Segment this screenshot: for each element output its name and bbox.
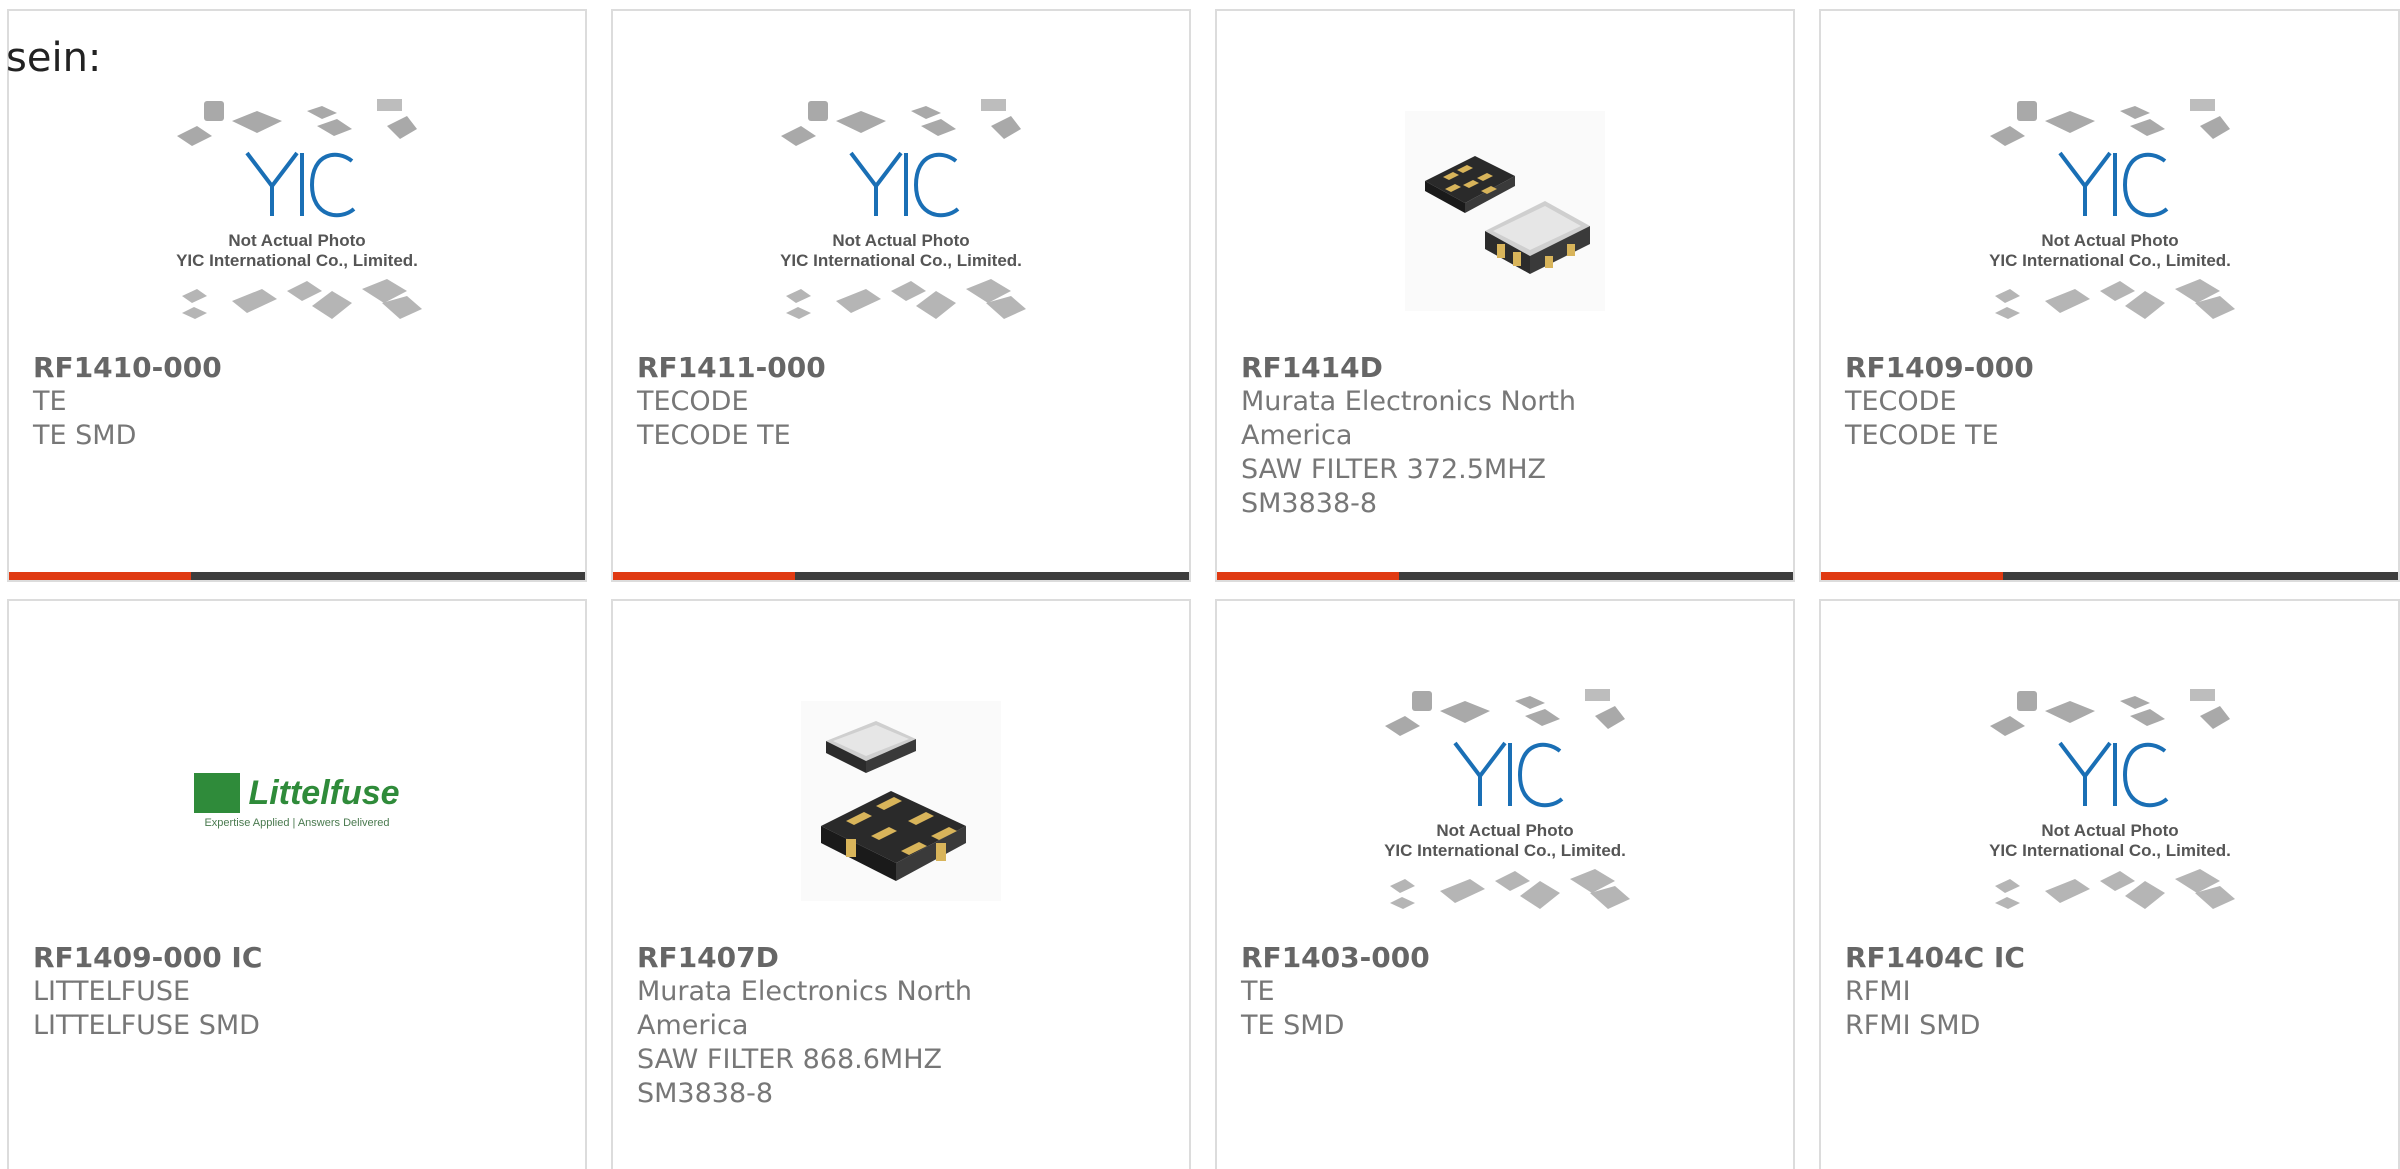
part-number[interactable]: RF1410-000 [33,351,453,385]
yic-placeholder-image: Not Actual Photo YIC International Co., … [176,99,422,319]
manufacturer: LITTELFUSE [33,976,191,1007]
description: TECODE TE [1845,420,1999,451]
part-number[interactable]: RF1411-000 [637,351,1057,385]
manufacturer: TECODE [1845,386,1957,417]
part-number[interactable]: RF1407D [637,941,1057,975]
part-number[interactable]: RF1403-000 [1241,941,1661,975]
svg-text:YIC International Co., Limited: YIC International Co., Limited. [176,251,418,270]
manufacturer: RFMI [1845,976,1911,1007]
part-number[interactable]: RF1409-000 IC [33,941,453,975]
product-image[interactable]: Not Actual Photo YIC International Co., … [1821,61,2398,361]
svg-text:YIC International Co., Limited: YIC International Co., Limited. [1989,251,2231,270]
saw-filter-image [801,701,1001,901]
product-image[interactable] [1217,61,1793,361]
product-card[interactable]: Not Actual Photo YIC International Co., … [7,9,587,582]
manufacturer: TE [1241,976,1275,1007]
product-card[interactable]: RF1414D Murata Electronics North America… [1215,9,1795,582]
part-number[interactable]: RF1414D [1241,351,1661,385]
product-card[interactable]: Not Actual Photo YIC International Co., … [611,9,1191,582]
manufacturer: Murata Electronics North America [637,976,973,1041]
description: TECODE TE [637,420,791,451]
yic-placeholder-image: Not Actual Photo YIC International Co., … [1989,99,2235,319]
svg-text:Not Actual Photo: Not Actual Photo [2041,821,2178,840]
product-image[interactable]: Not Actual Photo YIC International Co., … [1217,651,1793,951]
saw-filter-image [1405,111,1605,311]
product-card[interactable]: Not Actual Photo YIC International Co., … [1819,599,2400,1169]
svg-text:Not Actual Photo: Not Actual Photo [832,231,969,250]
card-bar [1821,572,2398,580]
yic-placeholder-image: Not Actual Photo YIC International Co., … [1384,689,1630,909]
description: TE SMD [33,420,137,451]
yic-placeholder-image: Not Actual Photo YIC International Co., … [1989,689,2235,909]
description: LITTELFUSE SMD [33,1010,260,1041]
card-bar [1217,572,1793,580]
svg-text:YIC International Co., Limited: YIC International Co., Limited. [1989,841,2231,860]
svg-text:YIC International Co., Limited: YIC International Co., Limited. [780,251,1022,270]
svg-text:Not Actual Photo: Not Actual Photo [1436,821,1573,840]
product-card[interactable]: Not Actual Photo YIC International Co., … [1215,599,1795,1169]
part-number[interactable]: RF1404C IC [1845,941,2265,975]
description: RFMI SMD [1845,1010,1981,1041]
svg-text:YIC International Co., Limited: YIC International Co., Limited. [1384,841,1626,860]
product-image[interactable]: Not Actual Photo YIC International Co., … [1821,651,2398,951]
yic-placeholder-image: Not Actual Photo YIC International Co., … [780,99,1026,319]
product-image[interactable]: Littelfuse Expertise Applied | Answers D… [9,651,585,951]
intro-text: sein: [6,35,102,81]
product-card[interactable]: Littelfuse Expertise Applied | Answers D… [7,599,587,1169]
description: SAW FILTER 868.6MHZ SM3838-8 [637,1044,943,1109]
product-image[interactable]: Not Actual Photo YIC International Co., … [9,61,585,361]
product-card[interactable]: Not Actual Photo YIC International Co., … [1819,9,2400,582]
product-card[interactable]: RF1407D Murata Electronics North America… [611,599,1191,1169]
manufacturer: TE [33,386,67,417]
part-number[interactable]: RF1409-000 [1845,351,2265,385]
product-image[interactable] [613,651,1189,951]
manufacturer: Murata Electronics North America [1241,386,1577,451]
description: TE SMD [1241,1010,1345,1041]
svg-text:Not Actual Photo: Not Actual Photo [2041,231,2178,250]
description: SAW FILTER 372.5MHZ SM3838-8 [1241,454,1547,519]
card-bar [613,572,1189,580]
product-image[interactable]: Not Actual Photo YIC International Co., … [613,61,1189,361]
littelfuse-logo: Littelfuse Expertise Applied | Answers D… [194,773,400,829]
svg-text:Not Actual Photo: Not Actual Photo [228,231,365,250]
manufacturer: TECODE [637,386,749,417]
card-bar [9,572,585,580]
littelfuse-mark-icon [194,773,241,813]
